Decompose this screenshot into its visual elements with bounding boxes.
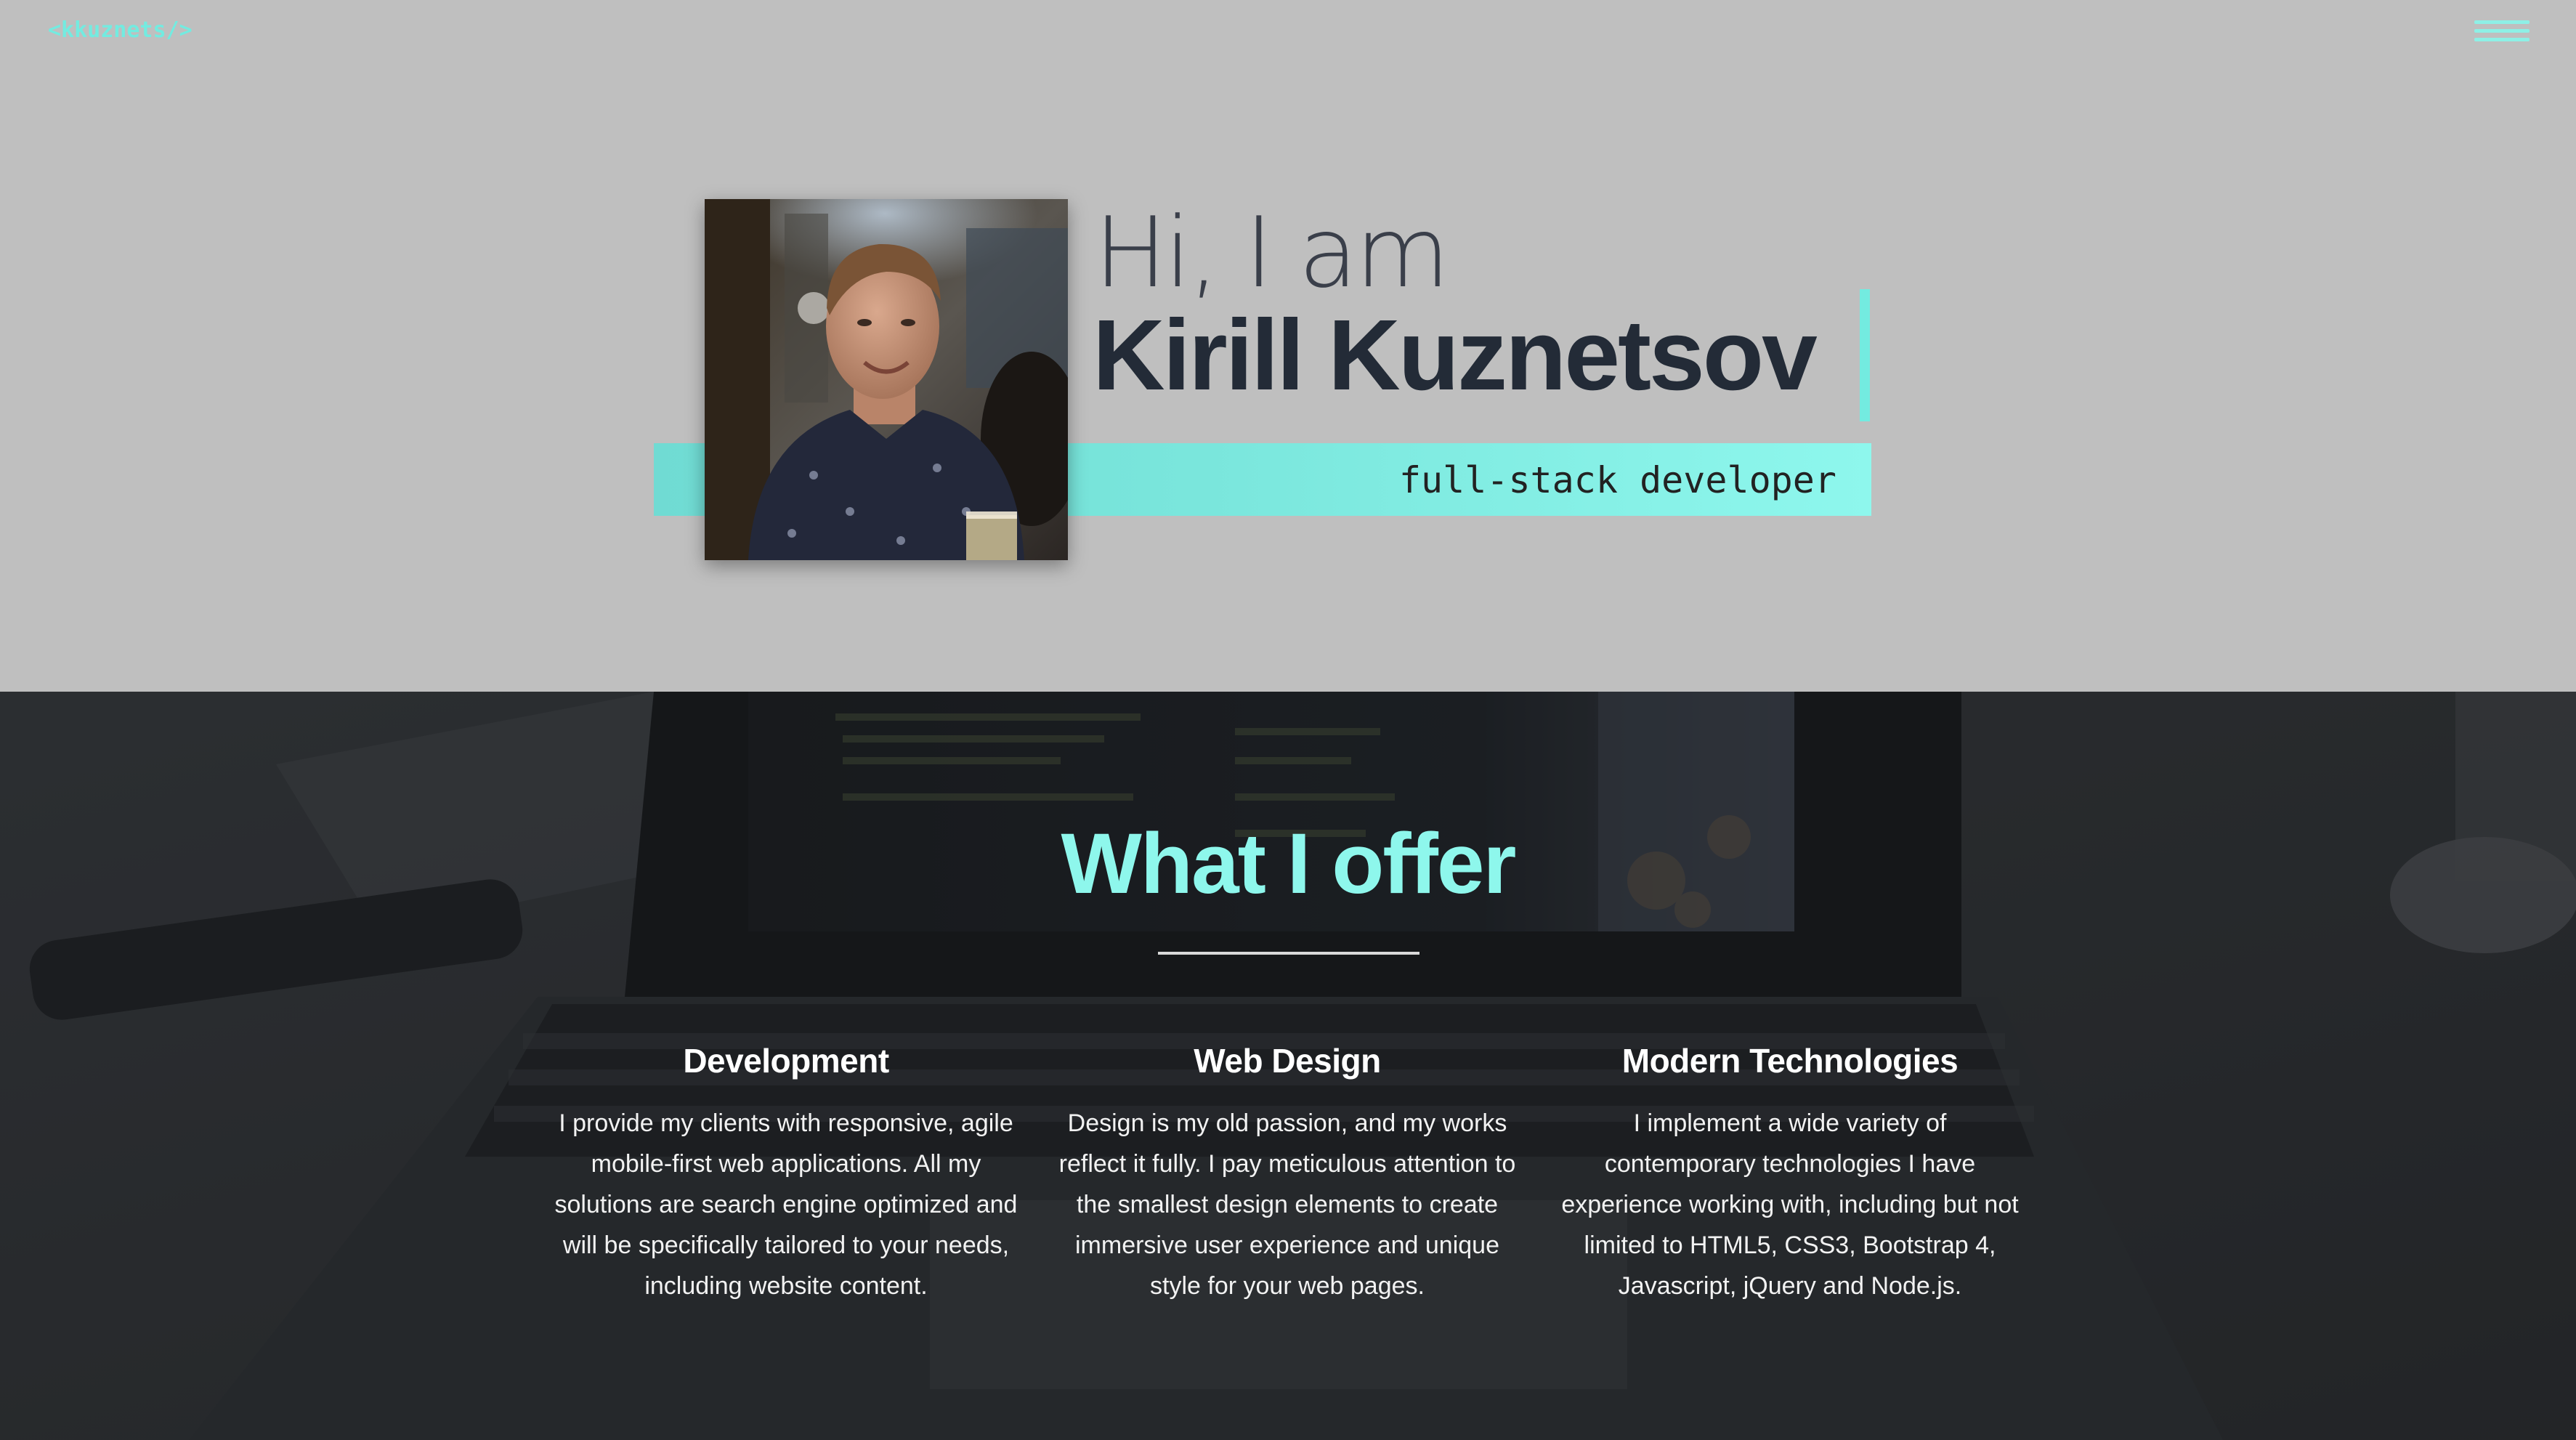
menu-line <box>2474 38 2530 41</box>
column-text: Design is my old passion, and my works r… <box>1058 1109 1516 1300</box>
column-heading: Web Design <box>1194 1042 1381 1080</box>
column-heading: Modern Technologies <box>1621 1042 1959 1080</box>
column-text: I implement a wide variety of contempora… <box>1561 1109 2019 1300</box>
developer-name: Kirill Kuznetsov <box>1093 299 1818 411</box>
job-subtitle: full-stack developer <box>1398 459 1836 501</box>
title-divider <box>1158 952 1419 955</box>
offer-column-modern-technologies: Modern Technologies I implement a wide v… <box>1558 1039 2022 1306</box>
offer-column-development: Development I provide my clients with re… <box>554 1039 1018 1306</box>
menu-line <box>2474 29 2530 33</box>
hamburger-menu-icon[interactable] <box>2474 19 2530 44</box>
column-text: I provide my clients with responsive, ag… <box>554 1109 1018 1300</box>
menu-line <box>2474 20 2530 24</box>
hero-section: <kkuznets/> full-stack developer Hi, I a… <box>0 0 2576 692</box>
offer-column-web-design: Web Design Design is my old passion, and… <box>1055 1039 1520 1306</box>
profile-photo <box>705 199 1068 560</box>
site-logo[interactable]: <kkuznets/> <box>48 17 193 43</box>
column-heading: Development <box>683 1042 889 1080</box>
offer-title: What I offer <box>1061 816 1517 912</box>
offer-section: What I offer Development I provide my cl… <box>0 692 2576 1440</box>
text-cursor-bar <box>1860 289 1870 421</box>
